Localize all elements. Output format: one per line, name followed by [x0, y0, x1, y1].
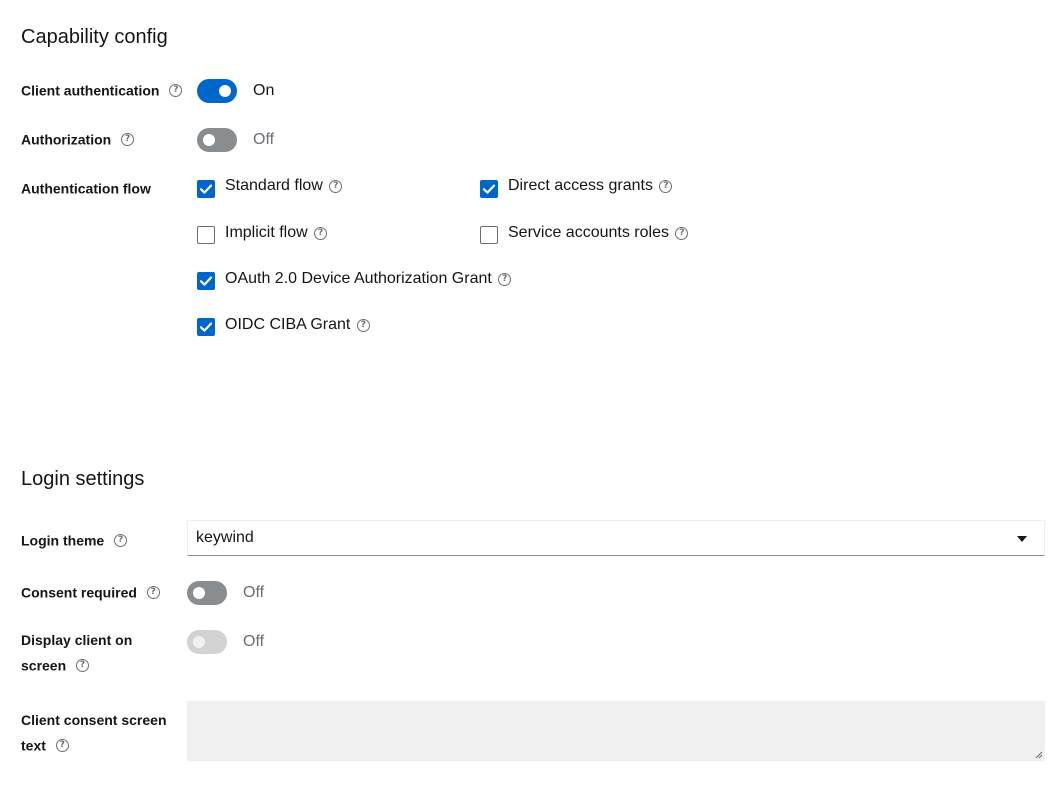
- switch-knob: [219, 85, 231, 97]
- checkmark-icon: [199, 276, 213, 286]
- client-consent-screen-text-label: Client consent screen text ?: [21, 708, 167, 757]
- capability-config-title: Capability config: [21, 26, 168, 48]
- help-icon[interactable]: ?: [329, 179, 343, 193]
- help-icon[interactable]: ?: [114, 533, 128, 547]
- oidc-ciba-grant-label[interactable]: OIDC CIBA Grant ?: [225, 315, 370, 335]
- authorization-label: Authorization ?: [21, 126, 135, 151]
- standard-flow-label[interactable]: Standard flow ?: [225, 176, 343, 196]
- oidc-ciba-grant-checkbox[interactable]: [197, 318, 215, 336]
- direct-access-grants-checkbox[interactable]: [480, 180, 498, 198]
- authorization-state: Off: [253, 131, 275, 148]
- standard-flow-label-text: Standard flow: [225, 177, 323, 194]
- display-client-label-line1: Display client on: [21, 632, 133, 648]
- implicit-flow-checkbox[interactable]: [197, 226, 215, 244]
- oidc-ciba-grant-label-text: OIDC CIBA Grant: [225, 316, 351, 333]
- consent-required-label: Consent required ?: [21, 579, 160, 604]
- direct-access-grants-label[interactable]: Direct access grants ?: [508, 176, 673, 196]
- checkmark-icon: [482, 184, 496, 194]
- authentication-flow-label-text: Authentication flow: [21, 180, 151, 197]
- login-theme-value: keywind: [196, 529, 254, 546]
- client-authentication-label: Client authentication ?: [21, 77, 183, 102]
- service-accounts-roles-label[interactable]: Service accounts roles ?: [508, 223, 689, 243]
- checkmark-icon: [199, 184, 213, 194]
- checkmark-icon: [199, 322, 213, 332]
- consent-text-label-line2: text: [21, 737, 46, 754]
- login-theme-label-text: Login theme: [21, 532, 105, 549]
- help-icon[interactable]: ?: [675, 226, 689, 240]
- consent-required-switch[interactable]: [187, 581, 227, 605]
- client-consent-screen-textarea[interactable]: [187, 701, 1045, 761]
- display-client-on-screen-state: Off: [243, 633, 265, 650]
- help-icon[interactable]: ?: [76, 658, 90, 672]
- authorization-switch[interactable]: [197, 128, 237, 152]
- service-accounts-roles-checkbox[interactable]: [480, 226, 498, 244]
- help-icon[interactable]: ?: [146, 585, 160, 599]
- help-icon[interactable]: ?: [498, 272, 512, 286]
- display-client-label-line2: screen: [21, 657, 67, 674]
- service-accounts-roles-label-text: Service accounts roles: [508, 224, 669, 241]
- oauth-device-grant-label[interactable]: OAuth 2.0 Device Authorization Grant ?: [225, 269, 512, 289]
- consent-required-label-text: Consent required: [21, 584, 137, 601]
- display-client-on-screen-label: Display client on screen ?: [21, 628, 132, 677]
- client-authentication-state: On: [253, 82, 275, 99]
- standard-flow-checkbox[interactable]: [197, 180, 215, 198]
- login-theme-select[interactable]: keywind: [187, 520, 1045, 556]
- oauth-device-grant-checkbox[interactable]: [197, 272, 215, 290]
- switch-knob: [193, 636, 205, 648]
- caret-down-icon: [1017, 536, 1027, 542]
- help-icon[interactable]: ?: [314, 226, 328, 240]
- direct-access-grants-label-text: Direct access grants: [508, 177, 653, 194]
- client-authentication-switch[interactable]: [197, 79, 237, 103]
- implicit-flow-label[interactable]: Implicit flow ?: [225, 223, 328, 243]
- resize-handle-icon[interactable]: [1035, 751, 1043, 759]
- oauth-device-grant-label-text: OAuth 2.0 Device Authorization Grant: [225, 270, 492, 287]
- help-icon[interactable]: ?: [356, 318, 370, 332]
- login-theme-label: Login theme ?: [21, 527, 128, 552]
- client-authentication-label-text: Client authentication: [21, 82, 160, 99]
- login-settings-title: Login settings: [21, 468, 145, 490]
- help-icon[interactable]: ?: [55, 738, 69, 752]
- authorization-label-text: Authorization: [21, 131, 112, 148]
- switch-knob: [203, 134, 215, 146]
- authentication-flow-label: Authentication flow: [21, 175, 151, 200]
- help-icon[interactable]: ?: [659, 179, 673, 193]
- display-client-on-screen-switch[interactable]: [187, 630, 227, 654]
- consent-text-label-line1: Client consent screen: [21, 712, 167, 728]
- switch-knob: [193, 587, 205, 599]
- implicit-flow-label-text: Implicit flow: [225, 224, 308, 241]
- help-icon[interactable]: ?: [169, 83, 183, 97]
- consent-required-state: Off: [243, 584, 265, 601]
- help-icon[interactable]: ?: [121, 132, 135, 146]
